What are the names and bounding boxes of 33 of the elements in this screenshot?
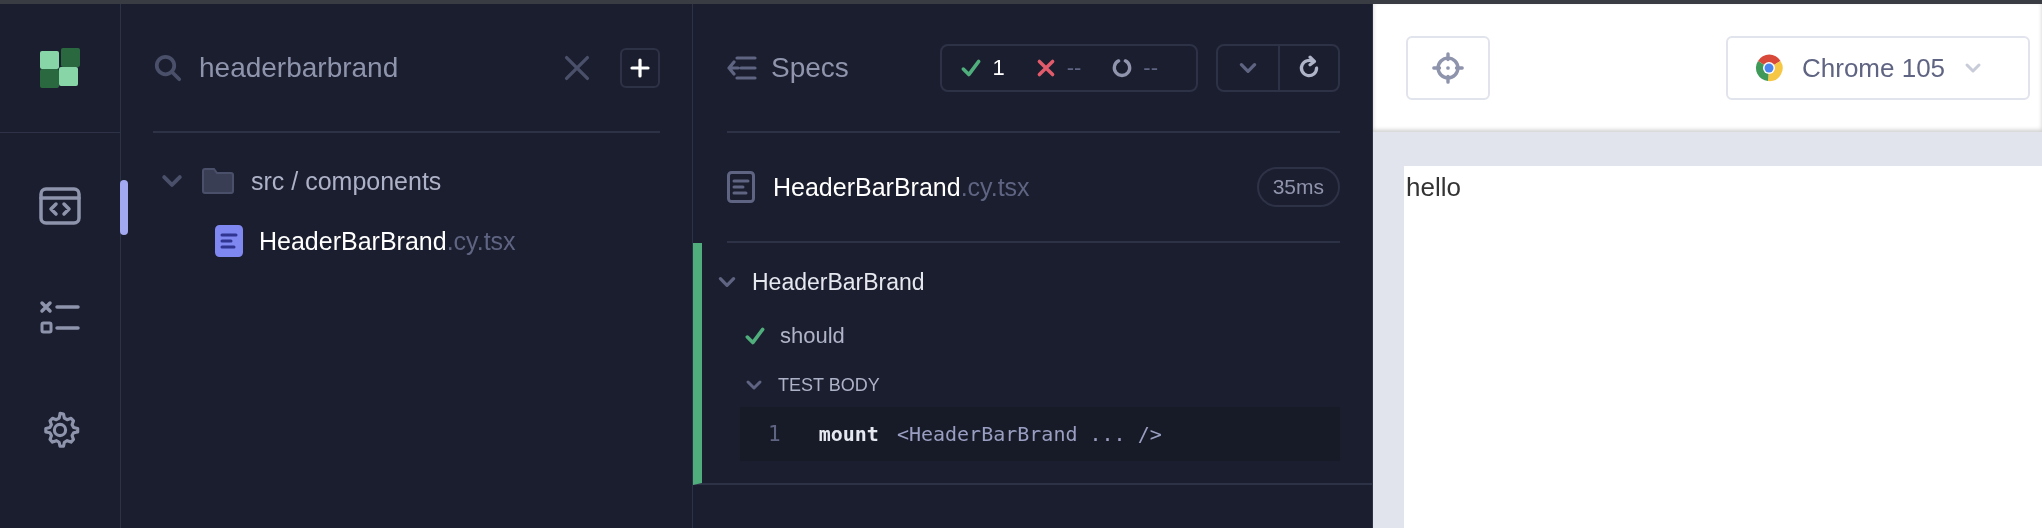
- failed-count: --: [1066, 54, 1082, 81]
- suite-title[interactable]: HeaderBarBrand: [752, 268, 925, 296]
- duration-badge: 35ms: [1256, 167, 1340, 207]
- folder-label[interactable]: src / components: [251, 166, 442, 196]
- document-icon: [215, 225, 243, 257]
- test-title[interactable]: should: [780, 323, 845, 349]
- pending-icon: [1111, 56, 1134, 79]
- checklist-icon[interactable]: [39, 300, 81, 336]
- command-message: <HeaderBarBrand ... />: [896, 422, 1162, 446]
- pending-count: --: [1143, 54, 1158, 81]
- search-field[interactable]: headerbarbrand: [199, 51, 548, 84]
- line-number: 1: [768, 422, 781, 446]
- add-button[interactable]: [620, 47, 660, 88]
- plus-icon: [630, 57, 650, 78]
- folder-icon: [201, 167, 235, 195]
- command-row[interactable]: 1 mount <HeaderBarBrand ... />: [740, 407, 1340, 461]
- crosshair-icon: [1431, 51, 1465, 85]
- logo-icon[interactable]: [40, 48, 80, 88]
- search-icon: [153, 52, 183, 83]
- panel-title: Specs: [771, 51, 850, 84]
- spec-name: HeaderBarBrand.cy.tsx: [773, 172, 1031, 202]
- document-icon: [727, 171, 755, 203]
- collapse-list-icon[interactable]: [727, 55, 757, 80]
- section-label[interactable]: TEST BODY: [778, 374, 880, 396]
- preview-text: hello: [1406, 172, 1461, 202]
- selector-button[interactable]: [1406, 36, 1490, 100]
- file-name[interactable]: HeaderBarBrand.cy.tsx: [259, 226, 516, 256]
- browser-logo-icon: [1754, 53, 1784, 83]
- command-name: mount: [818, 422, 879, 446]
- passed-count: 1: [992, 54, 1005, 81]
- browser-select[interactable]: Chrome 105: [1726, 36, 2030, 100]
- code-window-icon[interactable]: [39, 187, 81, 225]
- close-icon[interactable]: [564, 54, 590, 81]
